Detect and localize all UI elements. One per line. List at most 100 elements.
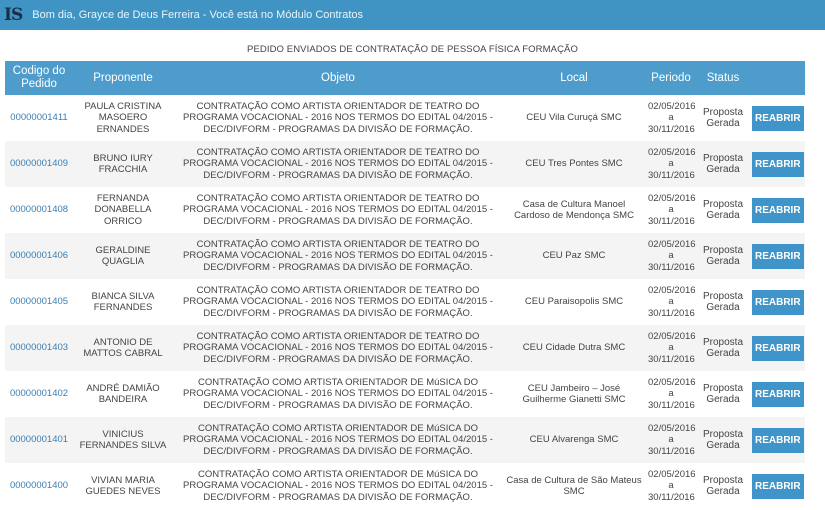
reopen-button[interactable]: REABRIR — [752, 335, 804, 361]
reopen-button[interactable]: REABRIR — [752, 243, 804, 269]
order-code-link[interactable]: 00000001402 — [10, 388, 68, 399]
order-code-link[interactable]: 00000001411 — [10, 112, 67, 123]
reopen-button[interactable]: REABRIR — [752, 381, 804, 407]
column-header-objeto[interactable]: Objeto — [173, 61, 503, 95]
action-cell: REABRIR — [749, 233, 805, 279]
table-row: 00000001403 ANTONIO DE MATTOS CABRAL CONTR… — [5, 325, 805, 371]
object-cell: CONTRATAÇÃO COMO ARTISTA ORIENTADOR DE M… — [173, 417, 503, 463]
reopen-button[interactable]: REABRIR — [752, 427, 804, 453]
status-cell: Proposta Gerada — [702, 198, 744, 222]
period-cell: 02/05/2016 a 30/11/2016 — [645, 141, 697, 187]
orders-table-container: Codigo do Pedido Proponente Objeto Local… — [5, 61, 805, 509]
status-cell: Proposta Gerada — [697, 417, 749, 463]
period-start: 02/05/2016 — [648, 100, 696, 112]
column-header-proponente[interactable]: Proponente — [73, 61, 173, 95]
table-row: 00000001405 BIANCA SILVA FERNANDES CONTRAT… — [5, 279, 805, 325]
app-logo: IS — [4, 5, 23, 25]
order-code-link[interactable]: 00000001406 — [10, 250, 68, 261]
period-end: 30/11/2016 — [648, 123, 695, 135]
action-cell: REABRIR — [749, 141, 805, 187]
object-cell: CONTRATAÇÃO COMO ARTISTA ORIENTADOR DE M… — [183, 468, 493, 503]
order-code-cell: 00000001409 — [5, 141, 73, 187]
table-row: 00000001402 ANDRÉ DAMIÃO BANDEIRA CONTRATA… — [5, 371, 805, 417]
status-cell: Proposta Gerada — [702, 106, 744, 130]
page-title: PEDIDO ENVIADOS DE CONTRATAÇÃO DE PESSOA… — [247, 44, 578, 55]
column-header-periodo[interactable]: Periodo — [645, 61, 697, 95]
reopen-button[interactable]: REABRIR — [752, 151, 804, 177]
period-end: 30/11/2016 — [648, 261, 695, 273]
order-code-cell: 00000001405 — [5, 279, 73, 325]
order-code-link[interactable]: 00000001403 — [10, 342, 68, 353]
location-cell: Casa de Cultura de São Mateus SMC — [506, 474, 642, 498]
greeting-text: Bom dia, Grayce de Deus Ferreira - Você … — [32, 9, 364, 21]
order-code-link[interactable]: 00000001401 — [10, 434, 68, 445]
action-cell: REABRIR — [749, 417, 805, 463]
period-cell: 02/05/2016 a 30/11/2016 — [645, 417, 697, 463]
location-cell: Casa de Cultura Manoel Cardoso de Mendon… — [514, 198, 634, 222]
proponent-cell: ANTONIO DE MATTOS CABRAL — [73, 325, 173, 371]
action-cell: REABRIR — [749, 463, 805, 509]
order-code-link[interactable]: 00000001400 — [10, 480, 68, 491]
proponent-cell: FERNANDA DONABELLA ORRICO — [94, 192, 152, 227]
top-bar: IS Bom dia, Grayce de Deus Ferreira - Vo… — [0, 0, 825, 30]
object-cell: CONTRATAÇÃO COMO ARTISTA ORIENTADOR DE T… — [183, 100, 493, 135]
period-start: 02/05/2016 — [648, 192, 696, 204]
period-start: 02/05/2016 — [648, 330, 696, 342]
period-separator: a — [668, 434, 674, 446]
status-cell: Proposta Gerada — [697, 325, 749, 371]
status-cell: Proposta Gerada — [702, 382, 744, 406]
action-cell: REABRIR — [749, 325, 805, 371]
period-separator: a — [668, 204, 674, 216]
table-row: 00000001411 PAULA CRISTINA MASOERO ERNAND… — [5, 95, 805, 141]
object-cell: CONTRATAÇÃO COMO ARTISTA ORIENTADOR DE T… — [173, 141, 503, 187]
order-code-cell: 00000001400 — [5, 463, 73, 509]
location-cell: CEU Jambeiro – José Guilherme Gianetti S… — [522, 382, 626, 406]
table-header-row: Codigo do Pedido Proponente Objeto Local… — [5, 61, 805, 95]
period-separator: a — [668, 342, 674, 354]
status-cell: Proposta Gerada — [697, 233, 749, 279]
action-cell: REABRIR — [749, 95, 805, 141]
period-cell: 02/05/2016 a 30/11/2016 — [645, 95, 697, 141]
location-cell: CEU Paraisopolis SMC — [524, 296, 624, 308]
period-cell: 02/05/2016 a 30/11/2016 — [645, 279, 697, 325]
column-header-status[interactable]: Status — [697, 61, 749, 95]
object-cell: CONTRATAÇÃO COMO ARTISTA ORIENTADOR DE T… — [173, 325, 503, 371]
table-row: 00000001408 FERNANDA DONABELLA ORRICO CONT… — [5, 187, 805, 233]
order-code-cell: 00000001411 — [5, 95, 73, 141]
action-cell: REABRIR — [749, 371, 805, 417]
period-cell: 02/05/2016 a 30/11/2016 — [645, 371, 697, 417]
orders-table: Codigo do Pedido Proponente Objeto Local… — [5, 61, 805, 509]
location-cell: CEU Paz SMC — [503, 233, 645, 279]
status-cell: Proposta Gerada — [702, 474, 744, 498]
order-code-link[interactable]: 00000001409 — [10, 158, 68, 169]
order-code-link[interactable]: 00000001408 — [10, 204, 68, 215]
object-cell: CONTRATAÇÃO COMO ARTISTA ORIENTADOR DE T… — [183, 284, 493, 319]
period-start: 02/05/2016 — [648, 422, 696, 434]
object-cell: CONTRATAÇÃO COMO ARTISTA ORIENTADOR DE T… — [173, 233, 503, 279]
reopen-button[interactable]: REABRIR — [752, 197, 804, 223]
column-header-local[interactable]: Local — [503, 61, 645, 95]
order-code-cell: 00000001401 — [5, 417, 73, 463]
location-cell: CEU Vila Curuçá SMC — [526, 112, 622, 124]
order-code-cell: 00000001403 — [5, 325, 73, 371]
period-cell: 02/05/2016 a 30/11/2016 — [645, 325, 697, 371]
proponent-cell: VINICIUS FERNANDES SILVA — [73, 417, 173, 463]
proponent-cell: ANDRÉ DAMIÃO BANDEIRA — [86, 382, 160, 406]
period-separator: a — [668, 480, 674, 492]
action-cell: REABRIR — [749, 187, 805, 233]
period-start: 02/05/2016 — [648, 146, 696, 158]
object-cell: CONTRATAÇÃO COMO ARTISTA ORIENTADOR DE M… — [183, 376, 493, 411]
column-header-actions — [749, 61, 805, 95]
proponent-cell: BIANCA SILVA FERNANDES — [91, 290, 155, 314]
proponent-cell: GERALDINE QUAGLIA — [73, 233, 173, 279]
period-end: 30/11/2016 — [648, 215, 695, 227]
order-code-link[interactable]: 00000001405 — [10, 296, 68, 307]
reopen-button[interactable]: REABRIR — [752, 473, 804, 499]
period-end: 30/11/2016 — [648, 353, 695, 365]
column-header-codigo[interactable]: Codigo do Pedido — [5, 61, 73, 95]
period-separator: a — [668, 250, 674, 262]
reopen-button[interactable]: REABRIR — [752, 289, 804, 315]
period-separator: a — [668, 158, 674, 170]
table-row: 00000001400 VIVIAN MARIA GUEDES NEVES CONT… — [5, 463, 805, 509]
reopen-button[interactable]: REABRIR — [752, 105, 804, 131]
